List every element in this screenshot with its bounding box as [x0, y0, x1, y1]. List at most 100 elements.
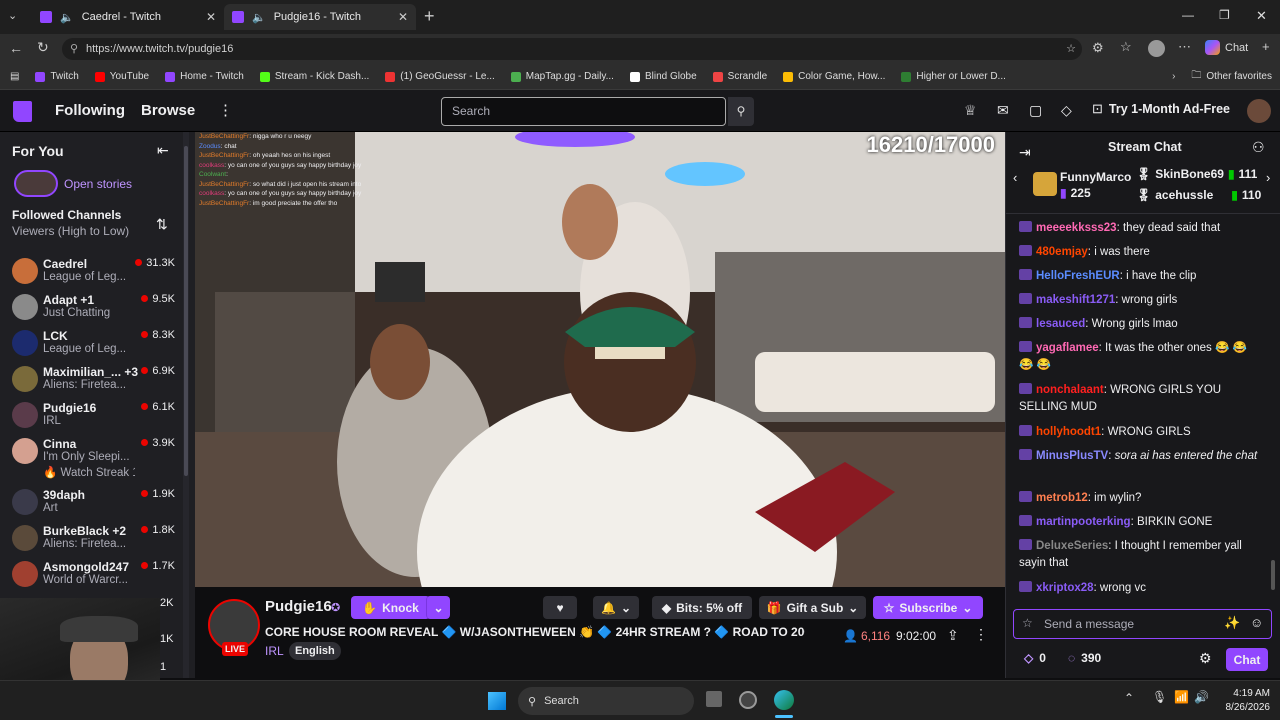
bookmark[interactable]: Scrandle	[705, 71, 775, 82]
close-tab-icon[interactable]: ✕	[398, 10, 408, 24]
clock[interactable]: 4:19 AM 8/26/2026	[1220, 687, 1271, 715]
bookmarks-menu-icon[interactable]: ▤	[0, 71, 27, 82]
stories-avatars[interactable]	[14, 170, 58, 197]
bookmark[interactable]: MapTap.gg - Daily...	[503, 71, 622, 82]
bits-input-icon[interactable]: ☆	[1022, 616, 1033, 630]
next-icon[interactable]: ›	[1266, 170, 1270, 185]
prev-icon[interactable]: ‹	[1013, 170, 1017, 185]
bookmark[interactable]: Home - Twitch	[157, 71, 252, 82]
channel-name[interactable]: Pudgie16	[265, 598, 332, 615]
tray-overflow-icon[interactable]: ⌃	[1124, 691, 1134, 705]
reload-icon[interactable]: ↻	[37, 39, 49, 56]
notifications-button[interactable]: 🔔 ⌄	[593, 596, 639, 619]
sidebar-channel-lck[interactable]: LCK League of Leg... 8.3K	[0, 326, 195, 362]
tab-list-chevron-icon[interactable]: ⌄	[8, 9, 17, 22]
twitch-logo-icon[interactable]	[13, 101, 32, 122]
sort-icon[interactable]: ⇅	[156, 216, 168, 233]
scrollbar-thumb[interactable]	[184, 146, 188, 476]
chat-scrollbar[interactable]	[1270, 222, 1276, 602]
scrollbar-thumb[interactable]	[1271, 560, 1275, 590]
bookmark[interactable]: Color Game, How...	[775, 71, 893, 82]
knock-button[interactable]: ✋ Knock	[351, 596, 430, 619]
chat-username[interactable]: meeeekksss23	[1036, 222, 1117, 234]
edge-icon[interactable]	[774, 690, 794, 710]
search-icon[interactable]: ⚲	[728, 97, 754, 126]
whispers-icon[interactable]: ▢	[1029, 102, 1042, 119]
app-icon[interactable]	[739, 691, 757, 709]
bookmarks-overflow-icon[interactable]: ›	[1164, 71, 1183, 82]
copilot-chat-button[interactable]: Chat	[1205, 40, 1248, 55]
other-favorites[interactable]: 🗀 Other favorites	[1183, 68, 1280, 85]
gift-sub-button[interactable]: 🎁 Gift a Sub ⌄	[759, 596, 866, 619]
chat-input[interactable]: ☆ Send a message ✨ ☺	[1013, 609, 1272, 639]
sidebar-channel-pudgie16[interactable]: Pudgie16 IRL 6.1K	[0, 398, 195, 434]
bits-balance[interactable]: ◇ 0	[1024, 651, 1046, 665]
sidebar-channel-burkeblack-2[interactable]: BurkeBlack +2 Aliens: Firetea... 1.8K	[0, 521, 195, 557]
close-tab-icon[interactable]: ✕	[206, 10, 216, 24]
chat-username[interactable]: makeshift1271	[1036, 294, 1115, 306]
ad-free-button[interactable]: ⊡ Try 1-Month Ad-Free	[1092, 101, 1230, 117]
wifi-icon[interactable]: 📶	[1174, 690, 1189, 704]
site-info-icon[interactable]: ⚲	[70, 38, 78, 60]
minimize-icon[interactable]: —	[1182, 8, 1194, 22]
subscribe-button[interactable]: ☆ Subscribe ⌄	[873, 596, 983, 619]
favorite-star-icon[interactable]: ☆	[1066, 38, 1076, 60]
open-stories-link[interactable]: Open stories	[64, 177, 132, 191]
bookmark[interactable]: (1) GeoGuessr - Le...	[377, 71, 502, 82]
nav-browse[interactable]: Browse	[141, 102, 195, 119]
bookmark[interactable]: Blind Globe	[622, 71, 705, 82]
chat-username[interactable]: DeluxeSeries	[1036, 540, 1108, 552]
bookmark[interactable]: Higher or Lower D...	[893, 71, 1013, 82]
chat-username[interactable]: nonchalaant	[1036, 384, 1104, 396]
chat-username[interactable]: HelloFreshEUR	[1036, 270, 1120, 282]
more-options-icon[interactable]: ⋮	[974, 626, 988, 643]
sidebar-scrollbar[interactable]	[183, 132, 189, 678]
nav-following[interactable]: Following	[55, 102, 125, 119]
profile-avatar[interactable]	[1148, 40, 1165, 57]
sidebar-add-icon[interactable]: +	[1262, 39, 1270, 54]
chat-username[interactable]: yagaflamee	[1036, 342, 1099, 354]
chat-send-button[interactable]: Chat	[1226, 648, 1268, 671]
chat-username[interactable]: MinusPlusTV	[1036, 450, 1108, 462]
extensions-icon[interactable]: ⚙	[1092, 40, 1104, 56]
chat-username[interactable]: lesauced	[1036, 318, 1085, 330]
chat-settings-icon[interactable]: ⚙	[1199, 650, 1212, 667]
follow-heart-button[interactable]: ♥	[543, 596, 577, 619]
sidebar-channel-cinna[interactable]: Cinna I'm Only Sleepi... 3.9K 🔥 Watch Strea…	[0, 434, 195, 479]
community-icon[interactable]: ⚇	[1252, 139, 1265, 156]
bookmark[interactable]: YouTube	[87, 71, 157, 82]
file-explorer-icon[interactable]	[706, 691, 722, 707]
sidebar-channel-adapt-1[interactable]: Adapt +1 Just Chatting 9.5K	[0, 290, 195, 326]
inbox-icon[interactable]: ✉	[997, 102, 1009, 119]
share-icon[interactable]: ⇪	[947, 627, 959, 644]
bits-button[interactable]: ◆ Bits: 5% off	[652, 596, 752, 619]
url-field[interactable]: ⚲ https://www.twitch.tv/pudgie16 ☆	[62, 38, 1082, 60]
channel-points[interactable]: ◌ 390	[1068, 651, 1101, 665]
language-tag[interactable]: English	[289, 642, 341, 660]
chat-username[interactable]: xkriptox28	[1036, 582, 1094, 594]
windows-start-icon[interactable]	[488, 692, 506, 710]
menu-dots-icon[interactable]: ⋯	[1178, 39, 1191, 55]
search-input[interactable]: Search	[441, 97, 726, 126]
tab-caedrel[interactable]: 🔈 Caedrel - Twitch ✕	[32, 4, 224, 30]
sidebar-channel-asmongold247[interactable]: Asmongold247 World of Warcr... 1.7K	[0, 557, 195, 593]
favorites-icon[interactable]: ☆	[1120, 39, 1132, 55]
category-link[interactable]: IRL	[265, 644, 284, 658]
crown-icon[interactable]: ♕	[964, 102, 977, 119]
chat-username[interactable]: hollyhoodt1	[1036, 426, 1101, 438]
emote-icon[interactable]: ☺	[1250, 615, 1263, 630]
collapse-sidebar-icon[interactable]: ⇤	[157, 142, 169, 159]
more-icon[interactable]: ⋮	[218, 101, 233, 119]
bookmark[interactable]: Stream - Kick Dash...	[252, 71, 377, 82]
close-window-icon[interactable]: ✕	[1256, 8, 1267, 24]
volume-icon[interactable]: 🔊	[1194, 690, 1209, 704]
maximize-icon[interactable]: ❐	[1219, 8, 1230, 22]
knock-dropdown[interactable]: ⌄	[426, 596, 450, 619]
chat-username[interactable]: 480emjay	[1036, 246, 1088, 258]
bits-icon[interactable]: ◇	[1061, 102, 1072, 119]
tab-pudgie16[interactable]: 🔈 Pudgie16 - Twitch ✕	[224, 4, 416, 30]
sidebar-channel-39daph[interactable]: 39daph Art 1.9K	[0, 485, 195, 521]
new-tab-icon[interactable]: +	[424, 6, 435, 27]
taskbar-search[interactable]: ⚲ Search	[518, 687, 694, 715]
collapse-chat-icon[interactable]: ⇥	[1019, 144, 1031, 161]
